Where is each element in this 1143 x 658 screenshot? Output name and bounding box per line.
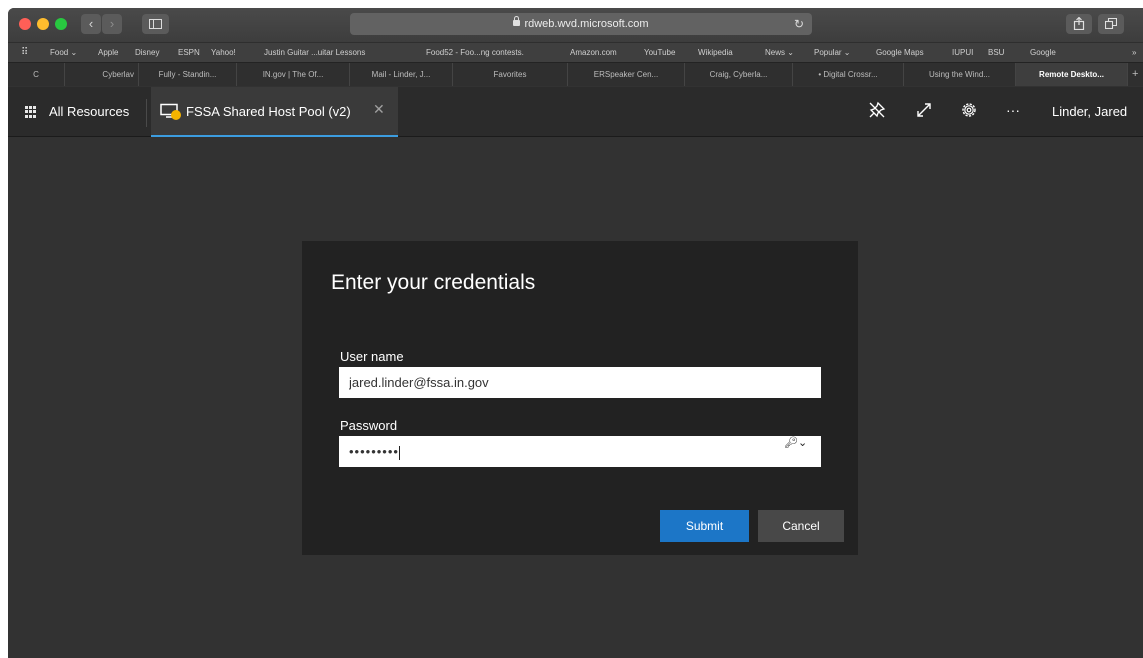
address-bar[interactable]: rdweb.wvd.microsoft.com ↻ bbox=[350, 13, 812, 35]
new-tab-button[interactable]: + bbox=[1132, 63, 1138, 86]
browser-toolbar: ‹ › rdweb.wvd.microsoft.com ↻ bbox=[8, 8, 1143, 42]
close-window-button[interactable] bbox=[19, 18, 31, 30]
url-text: rdweb.wvd.microsoft.com bbox=[524, 18, 649, 30]
session-tab-label: FSSA Shared Host Pool (v2) bbox=[186, 104, 351, 119]
browser-tab-strip: C Cyberlav Fully - Standin... IN.gov | T… bbox=[8, 62, 1143, 86]
browser-tab-active[interactable]: Remote Deskto... bbox=[1016, 63, 1128, 86]
browser-tab[interactable]: C bbox=[8, 63, 65, 86]
bookmark-item[interactable]: Popular ⌄ bbox=[814, 43, 851, 62]
app-header: All Resources FSSA Shared Host Pool (v2)… bbox=[8, 87, 1143, 137]
active-tab-indicator bbox=[151, 135, 398, 137]
browser-tab[interactable]: Fully - Standin... bbox=[139, 63, 237, 86]
zoom-window-button[interactable] bbox=[55, 18, 67, 30]
browser-tab[interactable]: Using the Wind... bbox=[904, 63, 1016, 86]
bookmarks-bar: ⠿ Food ⌄ Apple Disney ESPN Yahoo! Justin… bbox=[8, 42, 1143, 62]
username-label: User name bbox=[340, 349, 404, 364]
bookmark-item[interactable]: Food52 - Foo...ng contests. bbox=[426, 43, 524, 62]
tabs-overview-icon bbox=[1104, 17, 1118, 30]
browser-tab[interactable]: ERSpeaker Cen... bbox=[568, 63, 685, 86]
browser-window: ‹ › rdweb.wvd.microsoft.com ↻ ⠿ Food ⌄ A… bbox=[8, 8, 1143, 658]
browser-tab[interactable]: Mail - Linder, J... bbox=[350, 63, 453, 86]
close-icon[interactable]: ✕ bbox=[373, 101, 385, 118]
all-resources-link[interactable]: All Resources bbox=[49, 104, 129, 119]
bookmark-item[interactable]: News ⌄ bbox=[765, 43, 794, 62]
user-account-button[interactable]: Linder, Jared bbox=[1052, 104, 1127, 119]
submit-button[interactable]: Submit bbox=[660, 510, 749, 542]
back-button[interactable]: ‹ bbox=[81, 14, 101, 34]
bookmark-item[interactable]: Amazon.com bbox=[570, 43, 617, 62]
remote-desktop-icon bbox=[160, 103, 181, 120]
bookmark-item[interactable]: Apple bbox=[98, 43, 118, 62]
bookmark-item[interactable]: Wikipedia bbox=[698, 43, 733, 62]
bookmark-item[interactable]: Yahoo! bbox=[211, 43, 236, 62]
bookmarks-grid-icon[interactable]: ⠿ bbox=[21, 43, 28, 62]
password-mask: ••••••••• bbox=[349, 444, 399, 459]
browser-tab[interactable]: Craig, Cyberla... bbox=[685, 63, 793, 86]
browser-tab[interactable]: Cyberlav bbox=[65, 63, 139, 86]
bookmarks-overflow-icon[interactable]: » bbox=[1132, 43, 1136, 62]
fullscreen-icon[interactable] bbox=[915, 101, 933, 119]
share-icon bbox=[1073, 16, 1085, 31]
unpin-icon[interactable] bbox=[868, 101, 886, 119]
bookmark-item[interactable]: Food ⌄ bbox=[50, 43, 77, 62]
sidebar-toggle-button[interactable] bbox=[142, 14, 169, 34]
header-divider bbox=[146, 99, 147, 127]
dialog-title: Enter your credentials bbox=[331, 271, 536, 294]
credentials-dialog: Enter your credentials User name Passwor… bbox=[302, 241, 858, 555]
lock-icon bbox=[513, 16, 521, 26]
bookmark-item[interactable]: IUPUI bbox=[952, 43, 973, 62]
more-options-icon[interactable]: ··· bbox=[1006, 102, 1020, 118]
reload-icon[interactable]: ↻ bbox=[794, 13, 804, 35]
browser-tab[interactable]: Favorites bbox=[453, 63, 568, 86]
session-tab[interactable]: FSSA Shared Host Pool (v2) ✕ bbox=[151, 87, 398, 137]
app-launcher-icon[interactable] bbox=[25, 106, 37, 118]
cancel-button[interactable]: Cancel bbox=[758, 510, 844, 542]
forward-button[interactable]: › bbox=[102, 14, 122, 34]
bookmark-item[interactable]: Justin Guitar ...uitar Lessons bbox=[264, 43, 365, 62]
sidebar-icon bbox=[149, 19, 162, 29]
password-field[interactable]: ••••••••• bbox=[339, 436, 821, 467]
text-cursor bbox=[398, 445, 400, 460]
bookmark-item[interactable]: ESPN bbox=[178, 43, 200, 62]
tab-overview-button[interactable] bbox=[1098, 14, 1124, 34]
bookmark-item[interactable]: YouTube bbox=[644, 43, 675, 62]
password-label: Password bbox=[340, 418, 398, 433]
gear-icon[interactable] bbox=[960, 101, 978, 119]
minimize-window-button[interactable] bbox=[37, 18, 49, 30]
password-reveal-key-icon[interactable]: 🔑︎⌄ bbox=[784, 436, 807, 449]
bookmark-item[interactable]: Google bbox=[1030, 43, 1056, 62]
bookmark-item[interactable]: Disney bbox=[135, 43, 159, 62]
browser-tab[interactable]: IN.gov | The Of... bbox=[237, 63, 350, 86]
bookmark-item[interactable]: Google Maps bbox=[876, 43, 924, 62]
browser-tab[interactable]: • Digital Crossr... bbox=[793, 63, 904, 86]
username-field[interactable] bbox=[339, 367, 821, 398]
bookmark-item[interactable]: BSU bbox=[988, 43, 1004, 62]
share-button[interactable] bbox=[1066, 14, 1092, 34]
